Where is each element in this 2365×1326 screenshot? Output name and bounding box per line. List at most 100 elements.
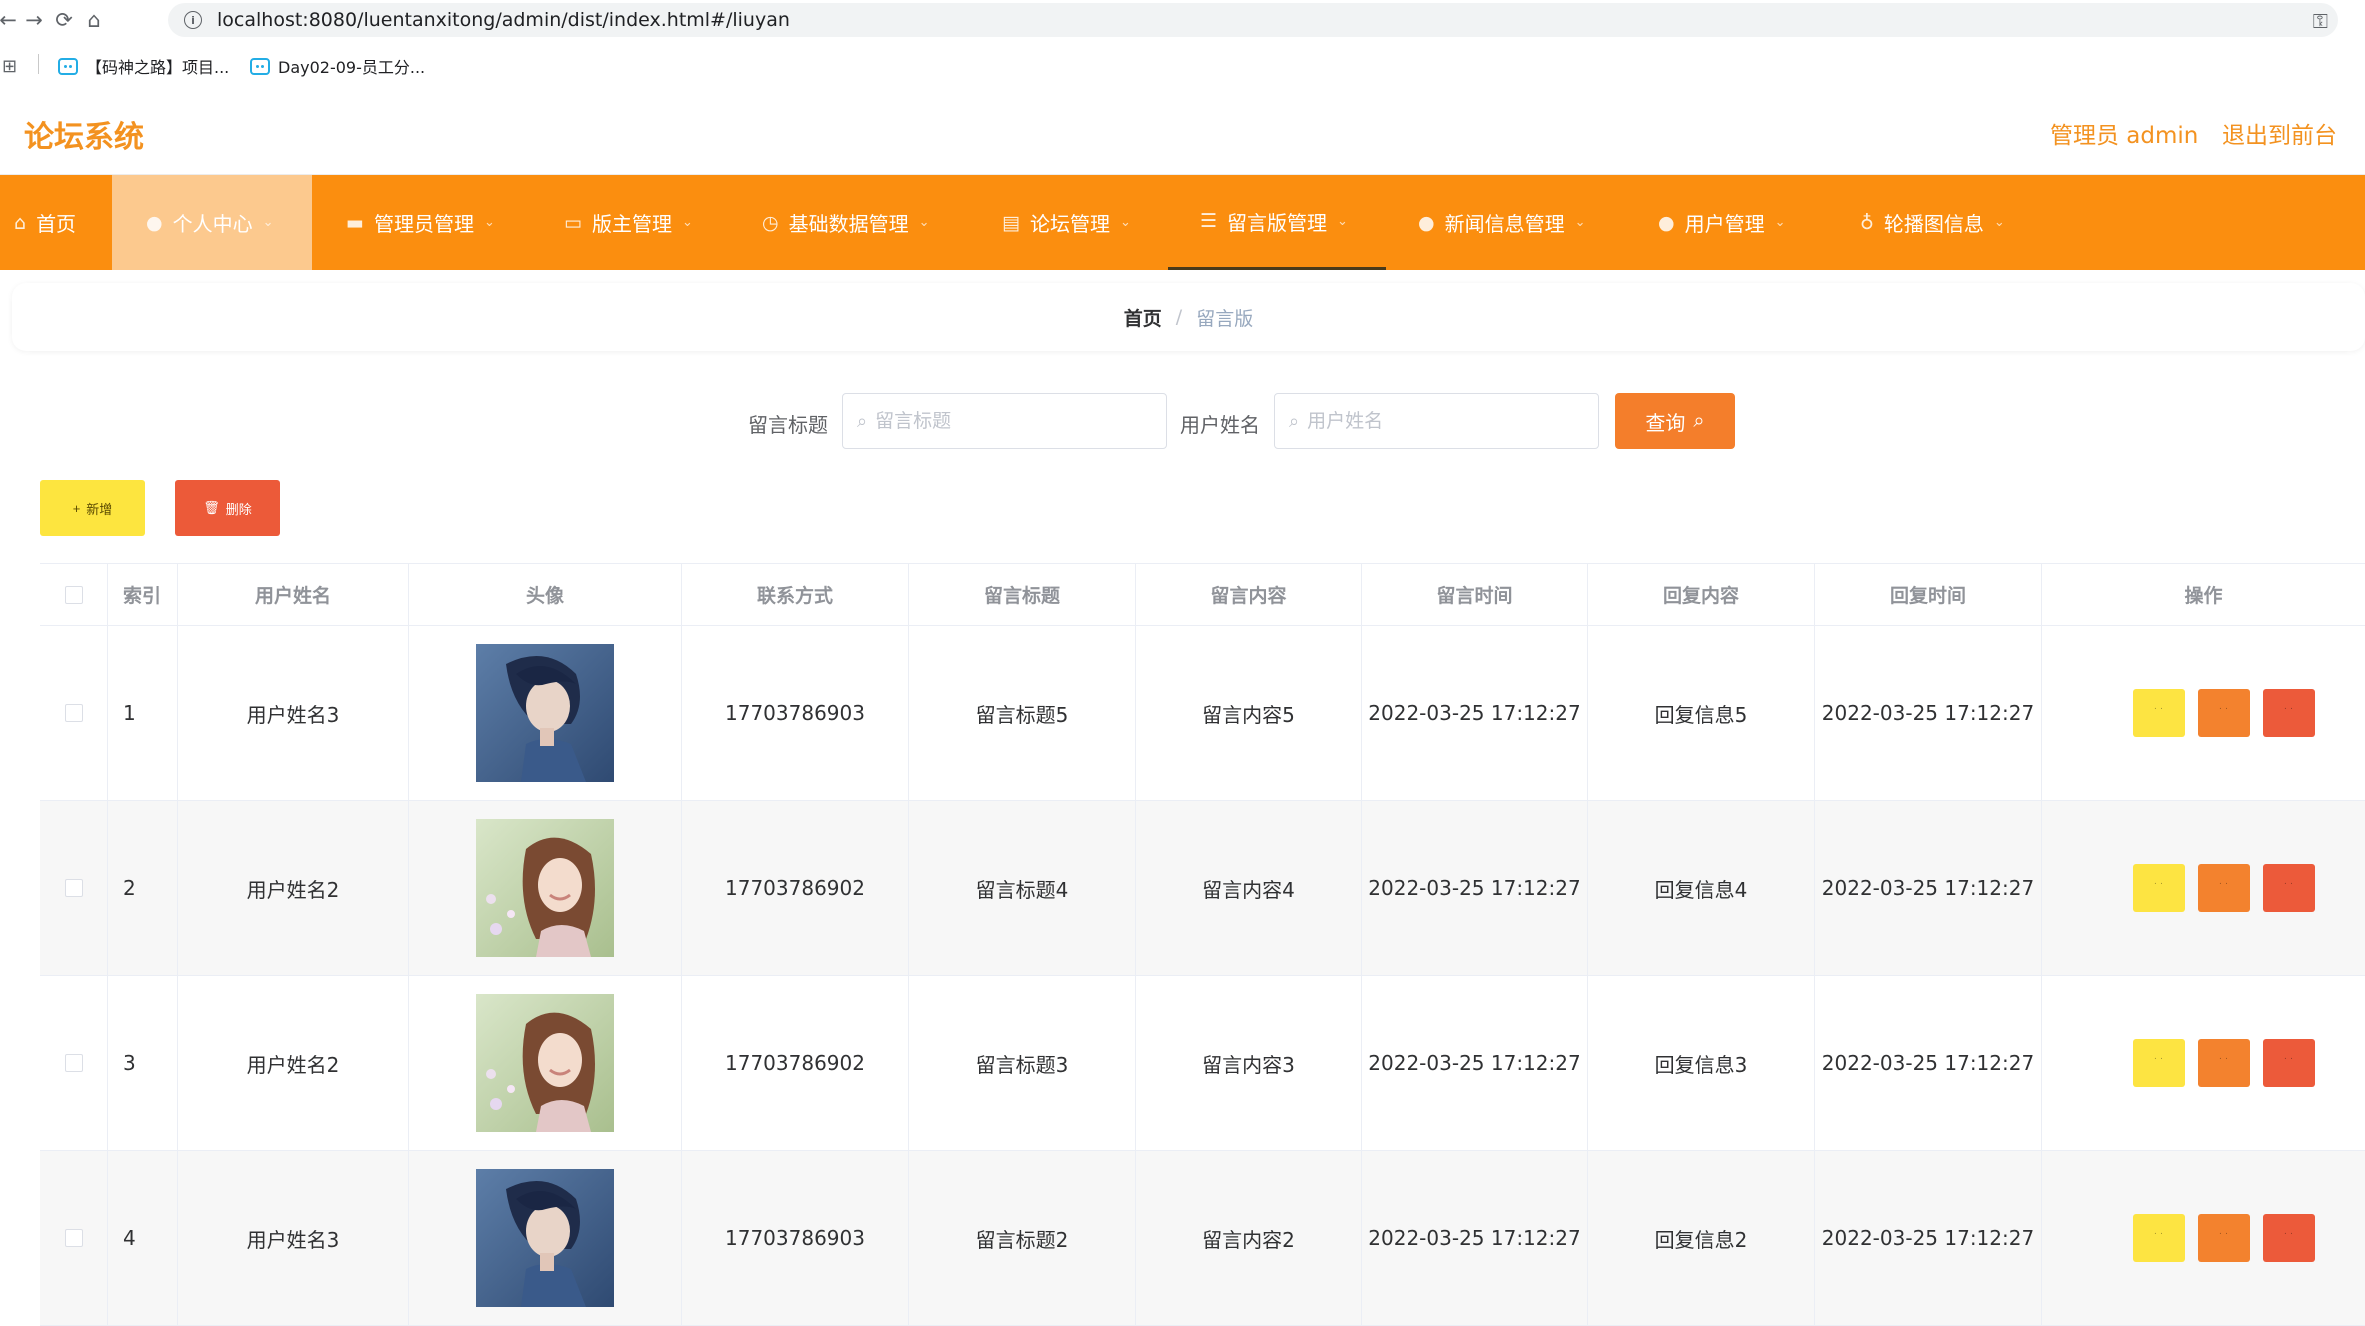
user-icon: ● bbox=[1418, 211, 1435, 234]
forward-icon[interactable]: → bbox=[20, 6, 48, 34]
detail-button[interactable] bbox=[2132, 1214, 2185, 1262]
bookmark-item-1[interactable]: 【码神之路】项目... bbox=[58, 54, 229, 78]
edit-button[interactable] bbox=[2197, 689, 2250, 737]
delete-button[interactable] bbox=[2262, 1039, 2315, 1087]
menu-label: 首页 bbox=[36, 212, 77, 236]
menu-item-admin-management[interactable]: ▬ 管理员管理 ⌄ bbox=[346, 175, 495, 270]
row-title: 留言标题2 bbox=[909, 1151, 1136, 1325]
reload-icon[interactable]: ⟳ bbox=[50, 6, 78, 34]
browser-toolbar: ← → ⟳ ⌂ i localhost:8080/luentanxitong/a… bbox=[0, 0, 2365, 40]
info-icon[interactable]: i bbox=[184, 11, 202, 29]
select-all-checkbox[interactable] bbox=[64, 585, 83, 604]
delete-label: 删除 bbox=[225, 501, 252, 517]
breadcrumb-home[interactable]: 首页 bbox=[1124, 304, 1162, 331]
menu-label: 论坛管理 bbox=[1029, 212, 1110, 236]
column-header-time: 留言时间 bbox=[1362, 564, 1588, 625]
apps-grid-icon[interactable]: ⊞ bbox=[2, 56, 17, 77]
row-select-cell bbox=[40, 626, 108, 800]
name-search-label: 用户姓名 bbox=[1180, 413, 1260, 437]
address-bar[interactable]: i localhost:8080/luentanxitong/admin/dis… bbox=[168, 3, 2338, 37]
bookmark-item-2[interactable]: Day02-09-员工分... bbox=[250, 54, 425, 78]
menu-item-carousel-info[interactable]: ♁ 轮播图信息 ⌄ bbox=[1860, 175, 2005, 270]
column-header-phone: 联系方式 bbox=[682, 564, 909, 625]
title-search-label: 留言标题 bbox=[748, 413, 828, 437]
edit-button[interactable] bbox=[2197, 864, 2250, 912]
row-checkbox[interactable] bbox=[64, 704, 83, 722]
add-button[interactable]: + 新增 bbox=[40, 480, 145, 536]
row-time: 2022-03-25 17:12:27 bbox=[1362, 801, 1588, 975]
row-avatar-cell bbox=[409, 801, 682, 975]
edit-button[interactable] bbox=[2197, 1039, 2250, 1087]
row-phone: 17703786903 bbox=[682, 1151, 909, 1325]
row-checkbox[interactable] bbox=[64, 1054, 83, 1072]
title-search-input[interactable] bbox=[875, 410, 1146, 432]
menu-label: 用户管理 bbox=[1684, 212, 1765, 236]
male-anime-avatar[interactable] bbox=[476, 1169, 614, 1307]
female-photo-avatar[interactable] bbox=[476, 994, 614, 1132]
delete-button[interactable] bbox=[2262, 864, 2315, 912]
menu-item-forum-management[interactable]: ▤ 论坛管理 ⌄ bbox=[1002, 175, 1131, 270]
menu-item-personal-center[interactable]: ● 个人中心 ⌄ bbox=[112, 175, 312, 270]
url-text[interactable]: localhost:8080/luentanxitong/admin/dist/… bbox=[217, 9, 790, 31]
name-search-input[interactable] bbox=[1307, 410, 1578, 432]
bilibili-icon bbox=[250, 57, 270, 75]
column-header-avatar: 头像 bbox=[409, 564, 682, 625]
menu-item-basic-data-management[interactable]: ◷ 基础数据管理 ⌄ bbox=[762, 175, 930, 270]
delete-button[interactable] bbox=[2262, 1214, 2315, 1262]
query-button[interactable]: 查询 ⌕ bbox=[1615, 393, 1735, 449]
row-checkbox[interactable] bbox=[64, 1229, 83, 1247]
row-reply: 回复信息4 bbox=[1588, 801, 1815, 975]
back-icon[interactable]: ← bbox=[0, 6, 22, 34]
menu-item-user-management[interactable]: ● 用户管理 ⌄ bbox=[1658, 175, 1786, 270]
add-label: 新增 bbox=[86, 501, 113, 517]
row-reply: 回复信息2 bbox=[1588, 1151, 1815, 1325]
bookmark-label: Day02-09-员工分... bbox=[278, 58, 426, 77]
top-menu: ⌂ 首页 ● 个人中心 ⌄ ▬ 管理员管理 ⌄ ▭ 版主管理 ⌄ ◷ 基础数据管… bbox=[0, 175, 2365, 270]
breadcrumb: 首页 / 留言版 bbox=[12, 283, 2365, 351]
name-search-field[interactable]: ⌕ bbox=[1274, 393, 1599, 449]
batch-delete-button[interactable]: 🗑 删除 bbox=[175, 480, 280, 536]
column-header-title: 留言标题 bbox=[909, 564, 1136, 625]
home-icon[interactable]: ⌂ bbox=[80, 6, 108, 34]
chevron-down-icon: ⌄ bbox=[681, 215, 693, 230]
row-avatar-cell bbox=[409, 626, 682, 800]
detail-button[interactable] bbox=[2132, 1039, 2185, 1087]
row-select-cell bbox=[40, 976, 108, 1150]
row-select-cell bbox=[40, 1151, 108, 1325]
row-reply-time: 2022-03-25 17:12:27 bbox=[1815, 1151, 2042, 1325]
main-content: 留言标题 ⌕ 用户姓名 ⌕ 查询 ⌕ + 新增 🗑 删除 索引 用户姓名 头像 bbox=[12, 365, 2365, 1326]
title-search-field[interactable]: ⌕ bbox=[842, 393, 1167, 449]
book-icon: ▤ bbox=[1002, 211, 1020, 234]
exit-to-frontend-link[interactable]: 退出到前台 bbox=[2222, 116, 2337, 150]
row-index: 1 bbox=[108, 626, 178, 800]
detail-button[interactable] bbox=[2132, 864, 2185, 912]
app-logo: 论坛系统 bbox=[24, 120, 144, 155]
plus-icon: + bbox=[72, 500, 81, 516]
row-phone: 17703786902 bbox=[682, 976, 909, 1150]
edit-button[interactable] bbox=[2197, 1214, 2250, 1262]
chevron-down-icon: ⌄ bbox=[1119, 215, 1131, 230]
message-table: 索引 用户姓名 头像 联系方式 留言标题 留言内容 留言时间 回复内容 回复时间… bbox=[40, 563, 2365, 1326]
menu-item-news-management[interactable]: ● 新闻信息管理 ⌄ bbox=[1418, 175, 1586, 270]
detail-button[interactable] bbox=[2132, 689, 2185, 737]
chevron-down-icon: ⌄ bbox=[918, 215, 930, 230]
key-icon[interactable]: ⚿ bbox=[2313, 9, 2328, 33]
row-avatar-cell bbox=[409, 1151, 682, 1325]
menu-item-message-board-management[interactable]: ☰ 留言版管理 ⌄ bbox=[1168, 175, 1386, 270]
menu-item-moderator-management[interactable]: ▭ 版主管理 ⌄ bbox=[564, 175, 693, 270]
row-title: 留言标题5 bbox=[909, 626, 1136, 800]
row-reply: 回复信息5 bbox=[1588, 626, 1815, 800]
row-actions bbox=[2042, 1151, 2365, 1325]
male-anime-avatar[interactable] bbox=[476, 644, 614, 782]
breadcrumb-current: 留言版 bbox=[1196, 307, 1254, 330]
delete-button[interactable] bbox=[2262, 689, 2315, 737]
menu-item-home[interactable]: ⌂ 首页 bbox=[14, 175, 76, 270]
column-header-reply: 回复内容 bbox=[1588, 564, 1815, 625]
menu-label: 基础数据管理 bbox=[788, 212, 909, 236]
monitor-icon: ▭ bbox=[564, 211, 582, 234]
table-row: 3 用户姓名2 17703786902 留言标题3 留言内容3 2022-03-… bbox=[40, 976, 2365, 1151]
row-time: 2022-03-25 17:12:27 bbox=[1362, 1151, 1588, 1325]
female-photo-avatar[interactable] bbox=[476, 819, 614, 957]
row-title: 留言标题3 bbox=[909, 976, 1136, 1150]
row-checkbox[interactable] bbox=[64, 879, 83, 897]
